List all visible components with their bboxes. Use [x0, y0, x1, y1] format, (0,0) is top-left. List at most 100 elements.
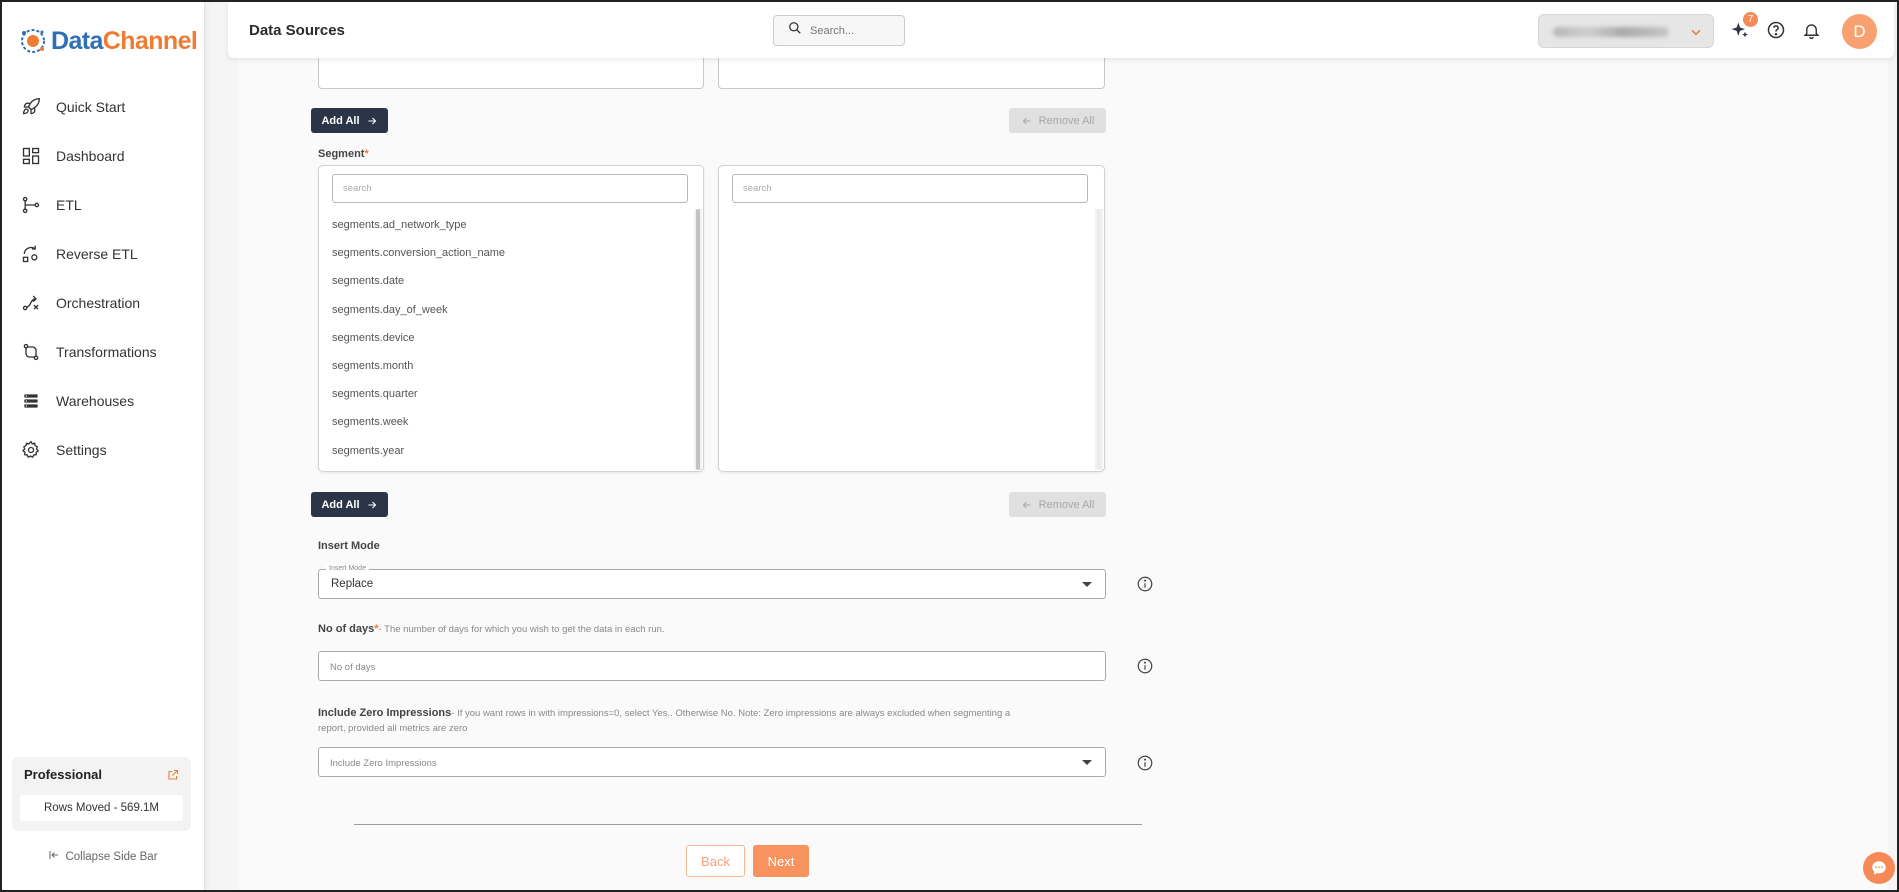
page-title: Data Sources: [249, 22, 345, 39]
no-of-days-label: No of days*- The number of days for whic…: [318, 623, 665, 635]
reverse-etl-icon: [20, 243, 42, 265]
top-header: Data Sources 7 D: [228, 2, 1894, 58]
chevron-down-icon: [1689, 25, 1703, 44]
list-item[interactable]: segments.quarter: [319, 380, 703, 408]
info-icon[interactable]: [1136, 754, 1154, 772]
search-input[interactable]: [810, 24, 900, 37]
form-divider: [354, 824, 1142, 825]
scroll-thumb[interactable]: [696, 209, 700, 470]
back-button[interactable]: Back: [686, 845, 745, 877]
sidebar-item-warehouses[interactable]: Warehouses: [2, 376, 204, 425]
sidebar-item-transformations[interactable]: Transformations: [2, 327, 204, 376]
search-box[interactable]: [773, 15, 905, 46]
no-of-days-placeholder: No of days: [330, 662, 376, 673]
info-icon[interactable]: [1136, 657, 1154, 675]
sidebar-item-etl[interactable]: ETL: [2, 180, 204, 229]
sidebar-item-label: ETL: [56, 196, 82, 213]
sidebar: DataChannel Quick Start Dashboard ETL Re…: [2, 2, 205, 890]
list-item[interactable]: segments.conversion_action_name: [319, 239, 703, 267]
sidebar-item-label: Transformations: [56, 343, 157, 360]
remove-all-label: Remove All: [1038, 498, 1095, 511]
ai-sparkle-button[interactable]: 7: [1729, 12, 1758, 41]
scroll-thumb[interactable]: [1097, 209, 1101, 470]
sidebar-item-dashboard[interactable]: Dashboard: [2, 131, 204, 180]
collapse-sidebar-button[interactable]: Collapse Side Bar: [2, 849, 204, 864]
zero-impressions-select[interactable]: Include Zero Impressions: [318, 747, 1106, 777]
arrow-right-icon: [368, 117, 376, 124]
plan-card: Professional Rows Moved - 569.1M: [12, 757, 191, 831]
chat-icon: [1872, 861, 1886, 875]
datachannel-logo[interactable]: DataChannel: [18, 26, 198, 56]
main-content: Add All Remove All Segment* segments.ad_…: [238, 58, 1888, 892]
sidebar-item-label: Settings: [56, 441, 107, 458]
insert-mode-select[interactable]: Insert Mode Replace: [318, 565, 1106, 599]
list-item[interactable]: segments.date: [319, 267, 703, 295]
sidebar-item-label: Quick Start: [56, 98, 126, 115]
organization-select[interactable]: [1538, 14, 1714, 48]
help-button[interactable]: [1765, 19, 1787, 41]
plan-title: Professional: [24, 767, 103, 782]
avatar[interactable]: D: [1842, 14, 1877, 49]
sidebar-item-label: Warehouses: [56, 392, 135, 409]
list-item[interactable]: segments.ad_network_type: [319, 211, 703, 239]
segment-items: segments.ad_network_type segments.conver…: [319, 211, 703, 465]
dashboard-icon: [20, 145, 42, 167]
previous-list-available[interactable]: [318, 58, 704, 89]
remove-all-label: Remove All: [1038, 114, 1095, 127]
sidebar-item-orchestration[interactable]: Orchestration: [2, 278, 204, 327]
segment-available-search[interactable]: [332, 174, 688, 203]
next-button[interactable]: Next: [753, 845, 809, 877]
info-icon[interactable]: [1136, 575, 1154, 593]
insert-mode-value: Replace: [331, 578, 374, 590]
sidebar-item-label: Reverse ETL: [56, 245, 138, 262]
sidebar-item-settings[interactable]: Settings: [2, 425, 204, 474]
organization-name-blurred: [1553, 27, 1669, 37]
sidebar-item-quick-start[interactable]: Quick Start: [2, 82, 204, 131]
caret-down-icon: [1082, 760, 1092, 765]
scrollbar[interactable]: [694, 209, 702, 470]
add-all-button[interactable]: Add All: [311, 108, 388, 133]
zero-impressions-placeholder: Include Zero Impressions: [330, 758, 437, 769]
rocket-icon: [20, 96, 42, 118]
list-item[interactable]: segments.day_of_week: [319, 296, 703, 324]
external-link-icon[interactable]: [167, 768, 179, 780]
no-of-days-hint: - The number of days for which you wish …: [378, 624, 665, 635]
segment-label: Segment*: [318, 148, 369, 160]
warehouses-icon: [20, 390, 42, 412]
logo-text-data: Data: [51, 26, 103, 55]
chat-button[interactable]: [1863, 852, 1895, 884]
add-all-button[interactable]: Add All: [311, 492, 388, 517]
segment-available-list: segments.ad_network_type segments.conver…: [318, 165, 704, 472]
sidebar-item-reverse-etl[interactable]: Reverse ETL: [2, 229, 204, 278]
remove-all-button[interactable]: Remove All: [1009, 492, 1106, 517]
arrow-left-icon: [1022, 117, 1031, 124]
no-of-days-input[interactable]: No of days: [318, 651, 1106, 681]
sidebar-nav: Quick Start Dashboard ETL Reverse ETL Or…: [2, 82, 204, 474]
scrollbar[interactable]: [1095, 209, 1103, 470]
list-item[interactable]: segments.year: [319, 437, 703, 465]
segment-selected-list: [718, 165, 1105, 472]
collapse-left-icon: [48, 849, 60, 864]
remove-all-button[interactable]: Remove All: [1009, 108, 1106, 133]
insert-mode-floating-label: Insert Mode: [326, 565, 369, 572]
zero-impressions-label: Include Zero Impressions- If you want ro…: [318, 707, 1011, 734]
orchestration-icon: [20, 292, 42, 314]
rows-moved: Rows Moved - 569.1M: [20, 795, 183, 821]
previous-list-selected[interactable]: [718, 58, 1105, 89]
arrow-right-icon: [368, 501, 376, 508]
notifications-button[interactable]: [1800, 19, 1822, 41]
arrow-left-icon: [1022, 501, 1031, 508]
datachannel-logo-icon: [18, 26, 48, 56]
notification-badge: 7: [1743, 12, 1758, 27]
list-item[interactable]: segments.device: [319, 324, 703, 352]
list-item[interactable]: segments.week: [319, 408, 703, 436]
etl-icon: [20, 194, 42, 216]
segment-selected-search[interactable]: [732, 174, 1088, 203]
gear-icon: [20, 439, 42, 461]
search-icon: [788, 21, 802, 40]
list-item[interactable]: segments.month: [319, 352, 703, 380]
transformations-icon: [20, 341, 42, 363]
caret-down-icon: [1082, 582, 1092, 587]
add-all-label: Add All: [321, 498, 360, 511]
help-icon: [1767, 21, 1785, 39]
